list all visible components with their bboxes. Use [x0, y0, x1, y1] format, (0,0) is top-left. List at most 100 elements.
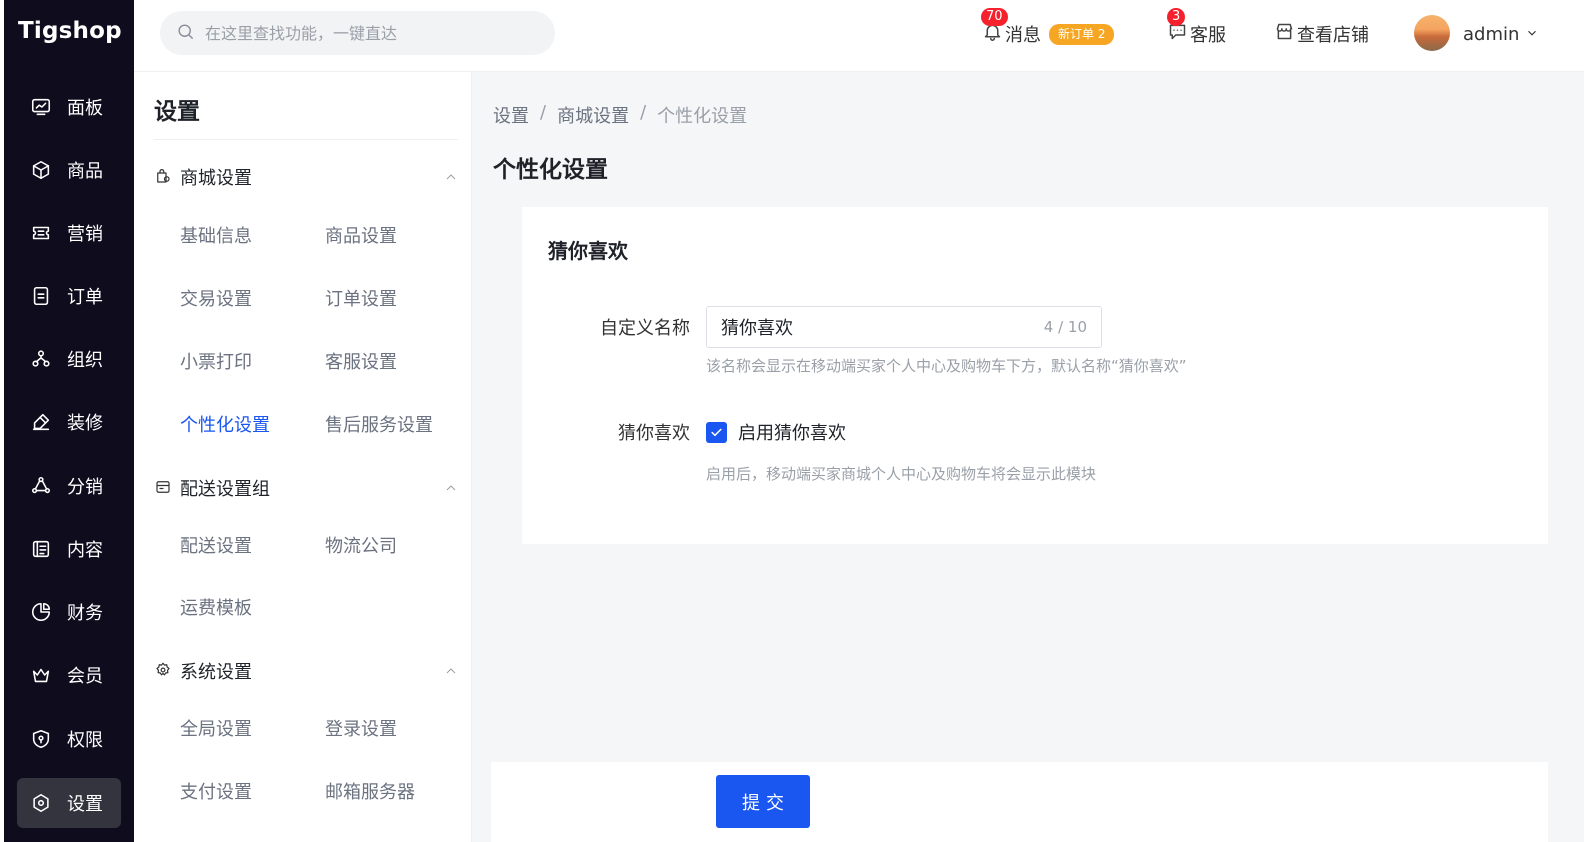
main-content: 设置 / 商城设置 / 个性化设置 个性化设置 猜你喜欢 自定义名称 4 / 1… [472, 72, 1584, 842]
nav-item-label: 设置 [67, 794, 103, 815]
user-name: admin [1463, 23, 1520, 45]
breadcrumb-separator: / [540, 102, 547, 123]
nav-item-label: 分销 [67, 477, 103, 498]
box-icon [29, 158, 53, 182]
char-count: 4 / 10 [1043, 318, 1087, 336]
ticket-icon [29, 221, 53, 245]
crown-icon [29, 663, 53, 687]
custom-name-hint: 该名称会显示在移动端买家个人中心及购物车下方，默认名称“猜你喜欢” [706, 357, 1187, 375]
enable-guess-like-checkbox[interactable]: 启用猜你喜欢 [706, 419, 846, 445]
group-mall-settings[interactable]: 商城设置 [154, 162, 459, 192]
sub-link-basic-info[interactable]: 基础信息 [180, 224, 252, 250]
gear-icon [154, 661, 174, 681]
page-title: 个性化设置 [493, 157, 608, 183]
top-header: 70 消息 新订单 2 3 客服 查看店铺 admin [134, 0, 1584, 72]
submit-button[interactable]: 提交 [716, 775, 810, 828]
nav-item-content[interactable]: 内容 [17, 524, 121, 574]
chevron-up-icon[interactable] [443, 169, 459, 185]
nav-item-permissions[interactable]: 权限 [17, 714, 121, 764]
sub-link-delivery-settings[interactable]: 配送设置 [180, 534, 252, 560]
pie-icon [29, 600, 53, 624]
nav-item-label: 会员 [67, 666, 103, 687]
view-store-button[interactable]: 查看店铺 [1274, 20, 1369, 48]
sub-link-shipping-template[interactable]: 运费模板 [180, 596, 252, 622]
settings-card: 猜你喜欢 自定义名称 4 / 10 该名称会显示在移动端买家个人中心及购物车下方… [522, 207, 1548, 544]
nav-item-members[interactable]: 会员 [17, 650, 121, 700]
customer-service-button[interactable]: 3 客服 [1167, 8, 1226, 48]
group-label: 系统设置 [180, 662, 252, 683]
order-icon [29, 284, 53, 308]
nav-item-marketing[interactable]: 营销 [17, 208, 121, 258]
new-order-badge[interactable]: 新订单 2 [1049, 23, 1115, 45]
nav-item-organization[interactable]: 组织 [17, 334, 121, 384]
nav-item-label: 权限 [67, 730, 103, 751]
app-root: Tigshop 面板 商品 营销 订单 组织 装修 分销 内容 财务 会员 权限… [0, 0, 1584, 842]
group-delivery-settings[interactable]: 配送设置组 [154, 473, 459, 503]
sub-link-receipt-print[interactable]: 小票打印 [180, 350, 252, 376]
nav-item-distribution[interactable]: 分销 [17, 461, 121, 511]
sub-link-aftersale-settings[interactable]: 售后服务设置 [325, 413, 433, 439]
delivery-icon [154, 478, 174, 498]
nav-item-dashboard[interactable]: 面板 [17, 82, 121, 132]
sub-link-mail-server[interactable]: 邮箱服务器 [325, 780, 415, 806]
chevron-up-icon[interactable] [443, 663, 459, 679]
submenu-title: 设置 [154, 99, 200, 125]
view-store-label: 查看店铺 [1297, 25, 1369, 46]
nav-item-decoration[interactable]: 装修 [17, 397, 121, 447]
checkbox-checked[interactable] [706, 421, 727, 443]
custom-name-input[interactable] [721, 316, 1021, 338]
search-input[interactable] [205, 23, 535, 43]
form-footer: 提交 [491, 762, 1548, 842]
logo[interactable]: Tigshop [18, 18, 122, 48]
check-icon [711, 428, 722, 436]
brush-icon [29, 410, 53, 434]
breadcrumb-item-current: 个性化设置 [657, 106, 748, 127]
sub-link-trade-settings[interactable]: 交易设置 [180, 287, 252, 313]
sub-link-service-settings[interactable]: 客服设置 [325, 350, 397, 376]
user-menu[interactable]: admin [1463, 20, 1539, 48]
chevron-down-icon [1519, 24, 1539, 45]
card-title: 猜你喜欢 [548, 239, 628, 263]
lock-bag-icon [154, 167, 174, 187]
divider [154, 139, 458, 140]
nav-item-products[interactable]: 商品 [17, 145, 121, 195]
breadcrumb-separator: / [640, 102, 647, 123]
content-icon [29, 537, 53, 561]
nav-item-settings[interactable]: 设置 [17, 778, 121, 828]
messages-button[interactable]: 70 消息 新订单 2 [981, 8, 1115, 48]
custom-name-label: 自定义名称 [600, 318, 690, 339]
search-icon [176, 22, 195, 45]
store-icon [1274, 21, 1297, 47]
breadcrumb-item[interactable]: 商城设置 [557, 102, 629, 128]
nav-item-label: 装修 [67, 413, 103, 434]
dashboard-icon [29, 95, 53, 119]
search-bar[interactable] [160, 11, 555, 55]
breadcrumb-item[interactable]: 设置 [493, 102, 529, 128]
nav-item-label: 组织 [67, 350, 103, 371]
custom-name-field[interactable]: 4 / 10 [706, 306, 1102, 348]
avatar[interactable] [1414, 15, 1450, 51]
sub-link-order-settings[interactable]: 订单设置 [325, 287, 397, 313]
nav-item-label: 商品 [67, 161, 103, 182]
sub-link-logistics-company[interactable]: 物流公司 [325, 534, 397, 560]
breadcrumb: 设置 / 商城设置 / 个性化设置 [493, 102, 747, 128]
sub-link-login-settings[interactable]: 登录设置 [325, 717, 397, 743]
guess-like-label: 猜你喜欢 [618, 423, 690, 444]
sub-link-global-settings[interactable]: 全局设置 [180, 717, 252, 743]
shield-icon [29, 727, 53, 751]
chevron-up-icon[interactable] [443, 480, 459, 496]
settings-icon [29, 791, 53, 815]
sub-link-payment-settings[interactable]: 支付设置 [180, 780, 252, 806]
nav-item-label: 内容 [67, 540, 103, 561]
nav-item-label: 订单 [67, 287, 103, 308]
nav-item-orders[interactable]: 订单 [17, 271, 121, 321]
nav-item-finance[interactable]: 财务 [17, 587, 121, 637]
nav-item-label: 面板 [67, 98, 103, 119]
checkbox-label: 启用猜你喜欢 [738, 423, 846, 444]
group-system-settings[interactable]: 系统设置 [154, 656, 459, 686]
sub-link-product-settings[interactable]: 商品设置 [325, 224, 397, 250]
org-icon [29, 347, 53, 371]
settings-submenu: 设置 商城设置 基础信息 商品设置 交易设置 订单设置 小票打印 客服设置 个性… [134, 72, 472, 842]
nav-item-label: 财务 [67, 603, 103, 624]
sub-link-personalization[interactable]: 个性化设置 [180, 413, 270, 439]
